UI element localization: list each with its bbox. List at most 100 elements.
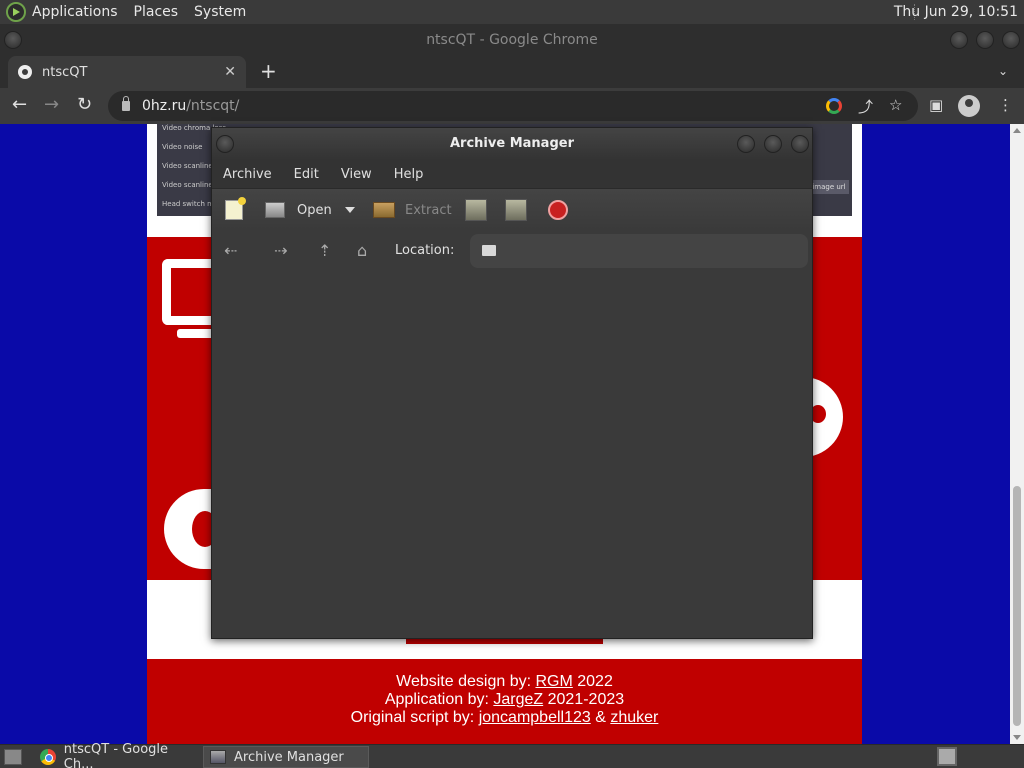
window-menu-icon[interactable] — [4, 31, 22, 49]
bookmark-star-icon[interactable]: ☆ — [889, 96, 902, 114]
archive-manager-titlebar[interactable]: Archive Manager — [212, 128, 812, 160]
open-recent-dropdown[interactable] — [345, 198, 355, 222]
menu-archive[interactable]: Archive — [223, 167, 272, 182]
footer-app-line: Application by: JargeZ 2021-2023 — [147, 691, 862, 709]
footer-text: 2021-2023 — [543, 691, 625, 708]
open-label: Open — [297, 202, 332, 218]
url-path: /ntscqt/ — [186, 98, 240, 114]
am-maximize-icon[interactable] — [764, 135, 782, 153]
workspace-switcher[interactable] — [937, 747, 957, 766]
location-field[interactable] — [470, 234, 808, 268]
nav-forward-icon[interactable]: ⇢ — [274, 241, 287, 260]
places-menu[interactable]: Places — [134, 4, 179, 20]
side-panel-icon[interactable]: ▣ — [929, 96, 943, 114]
archive-manager-icon — [210, 750, 226, 764]
menu-help[interactable]: Help — [394, 167, 424, 182]
nav-up-icon[interactable]: ⇡ — [318, 241, 331, 260]
jargez-link[interactable]: JargeZ — [493, 691, 543, 708]
footer-script-line: Original script by: joncampbell123 & zhu… — [147, 709, 862, 727]
caret-down-icon — [345, 207, 355, 213]
add-folder-button[interactable] — [505, 198, 527, 222]
archive-manager-title: Archive Manager — [450, 136, 574, 151]
archive-manager-window: Archive Manager Archive Edit View Help O… — [211, 127, 813, 639]
distro-logo-icon[interactable] — [6, 2, 26, 22]
archive-manager-toolbar: Open Extract — [212, 188, 812, 230]
folder-icon — [482, 245, 496, 256]
scroll-up-icon[interactable] — [1013, 128, 1021, 133]
panel-menu: Applications Places System — [32, 0, 262, 24]
lock-icon[interactable] — [122, 96, 130, 111]
taskbar-item-chrome[interactable]: ntscQT - Google Ch... — [34, 742, 200, 768]
open-icon — [265, 202, 285, 218]
new-archive-button[interactable] — [225, 197, 246, 222]
add-files-button[interactable] — [465, 198, 487, 222]
new-archive-icon — [225, 197, 246, 220]
location-bar: ⇠ ⇢ ⇡ ⌂ Location: — [212, 230, 812, 272]
joncampbell123-link[interactable]: joncampbell123 — [479, 709, 591, 726]
tab-close-icon[interactable]: ✕ — [224, 64, 236, 80]
am-close-icon[interactable] — [791, 135, 809, 153]
clock[interactable]: Thu Jun 29, 10:51 — [894, 4, 1018, 20]
chrome-toolbar: ← → ↻ 0hz.ru/ntscqt/ ⤴ ☆ ▣ ⋮ — [0, 88, 1024, 124]
url-host: 0hz.ru — [142, 98, 187, 114]
chrome-window-title: ntscQT - Google Chrome — [426, 32, 598, 48]
scrollbar-thumb[interactable] — [1013, 486, 1021, 726]
footer-text: Original script by: — [350, 709, 479, 726]
footer-text: & — [590, 709, 611, 726]
show-desktop-icon[interactable] — [4, 749, 22, 765]
tab-favicon-icon — [18, 65, 32, 79]
stop-button[interactable] — [548, 198, 568, 222]
screenshot-row-label: Video noise — [162, 143, 203, 151]
share-icon[interactable]: ⤴ — [858, 96, 873, 117]
bottom-taskbar: ntscQT - Google Ch... Archive Manager — [0, 742, 1024, 768]
profile-avatar-icon[interactable] — [958, 95, 980, 117]
back-icon[interactable]: ← — [12, 94, 27, 115]
home-icon[interactable]: ⌂ — [357, 241, 367, 260]
tab-title: ntscQT — [42, 64, 88, 80]
archive-file-list[interactable] — [212, 272, 812, 638]
close-icon[interactable] — [1002, 31, 1020, 49]
open-button[interactable]: Open — [265, 198, 332, 222]
footer-text: 2022 — [572, 673, 613, 690]
nav-back-icon[interactable]: ⇠ — [224, 241, 237, 260]
extract-icon — [373, 202, 395, 218]
tab-ntscqt[interactable]: ntscQT ✕ — [8, 56, 246, 88]
screenshot-button: image url — [809, 180, 849, 194]
taskbar-item-label: ntscQT - Google Ch... — [63, 742, 169, 768]
monitor-icon — [162, 259, 218, 325]
menu-edit[interactable]: Edit — [294, 167, 319, 182]
taskbar-item-archive-manager[interactable]: Archive Manager — [203, 746, 369, 768]
site-footer: Website design by: RGM 2022 Application … — [147, 659, 862, 744]
reload-icon[interactable]: ↻ — [77, 94, 92, 115]
rgm-link[interactable]: RGM — [535, 673, 572, 690]
add-folder-icon — [505, 199, 527, 221]
new-tab-icon[interactable]: + — [260, 60, 277, 82]
page-scrollbar[interactable] — [1010, 124, 1024, 744]
forward-icon[interactable]: → — [44, 94, 59, 115]
extract-button[interactable]: Extract — [373, 198, 452, 222]
footer-text: Website design by: — [396, 673, 536, 690]
extract-label: Extract — [405, 202, 452, 218]
top-panel: Applications Places System Thu Jun 29, 1… — [0, 0, 1024, 24]
archive-manager-menubar: Archive Edit View Help — [212, 160, 812, 188]
address-bar[interactable]: 0hz.ru/ntscqt/ — [108, 91, 918, 121]
google-lens-icon[interactable] — [826, 98, 842, 114]
footer-design-line: Website design by: RGM 2022 — [147, 673, 862, 691]
stop-icon — [548, 200, 568, 220]
location-label: Location: — [395, 243, 455, 258]
am-window-menu-icon[interactable] — [216, 135, 234, 153]
add-files-icon — [465, 199, 487, 221]
minimize-icon[interactable] — [950, 31, 968, 49]
taskbar-item-label: Archive Manager — [234, 749, 344, 765]
tab-search-chevron-down-icon[interactable]: ⌄ — [998, 64, 1008, 78]
applications-menu[interactable]: Applications — [32, 4, 118, 20]
maximize-icon[interactable] — [976, 31, 994, 49]
menu-kebab-icon[interactable]: ⋮ — [998, 96, 1013, 114]
zhuker-link[interactable]: zhuker — [610, 709, 658, 726]
chrome-titlebar[interactable]: ntscQT - Google Chrome — [0, 24, 1024, 56]
menu-view[interactable]: View — [341, 167, 372, 182]
chrome-icon — [40, 749, 56, 765]
am-minimize-icon[interactable] — [737, 135, 755, 153]
system-menu[interactable]: System — [194, 4, 246, 20]
scroll-down-icon[interactable] — [1013, 735, 1021, 740]
